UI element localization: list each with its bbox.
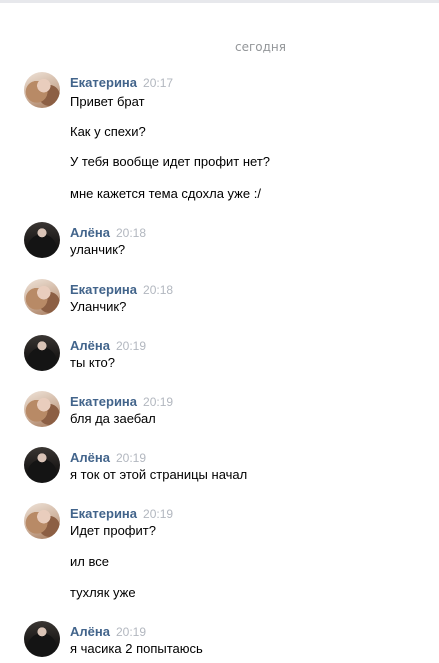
avatar[interactable]	[24, 72, 60, 108]
message-text: Уланчик?	[70, 299, 127, 314]
message-text: ты кто?	[70, 355, 116, 370]
message-text: мне кажется тема сдохла уже :/	[70, 186, 261, 201]
avatar[interactable]	[24, 335, 60, 371]
message-time[interactable]: 20:17	[143, 76, 173, 90]
avatar[interactable]	[24, 391, 60, 427]
message-text: Привет брат	[70, 94, 145, 109]
top-border	[0, 0, 439, 3]
message-text: я часика 2 попытаюсь	[70, 641, 203, 656]
author-name[interactable]: Екатерина	[70, 282, 137, 297]
message-text: уланчик?	[70, 242, 126, 257]
avatar[interactable]	[24, 447, 60, 483]
author-name[interactable]: Алёна	[70, 338, 110, 353]
message-text: бля да заебал	[70, 411, 156, 426]
avatar[interactable]	[24, 621, 60, 657]
message-text: тухляк уже	[70, 585, 136, 600]
author-name[interactable]: Алёна	[70, 624, 110, 639]
message-text: У тебя вообще идет профит нет?	[70, 154, 271, 169]
message-text: Как у спехи?	[70, 124, 146, 139]
message-text: я ток от этой страницы начал	[70, 467, 248, 482]
avatar[interactable]	[24, 503, 60, 539]
message-text: ил все	[70, 554, 109, 569]
message-time[interactable]: 20:19	[116, 451, 146, 465]
message-time[interactable]: 20:19	[143, 395, 173, 409]
author-name[interactable]: Екатерина	[70, 394, 137, 409]
author-name[interactable]: Алёна	[70, 225, 110, 240]
message-time[interactable]: 20:18	[143, 283, 173, 297]
message-time[interactable]: 20:19	[116, 625, 146, 639]
message-time[interactable]: 20:18	[116, 226, 146, 240]
avatar[interactable]	[24, 279, 60, 315]
author-name[interactable]: Алёна	[70, 450, 110, 465]
message-time[interactable]: 20:19	[143, 507, 173, 521]
author-name[interactable]: Екатерина	[70, 506, 137, 521]
author-name[interactable]: Екатерина	[70, 75, 137, 90]
avatar[interactable]	[24, 222, 60, 258]
date-separator: сегодня	[235, 40, 286, 54]
message-text: Идет профит?	[70, 523, 156, 538]
message-time[interactable]: 20:19	[116, 339, 146, 353]
